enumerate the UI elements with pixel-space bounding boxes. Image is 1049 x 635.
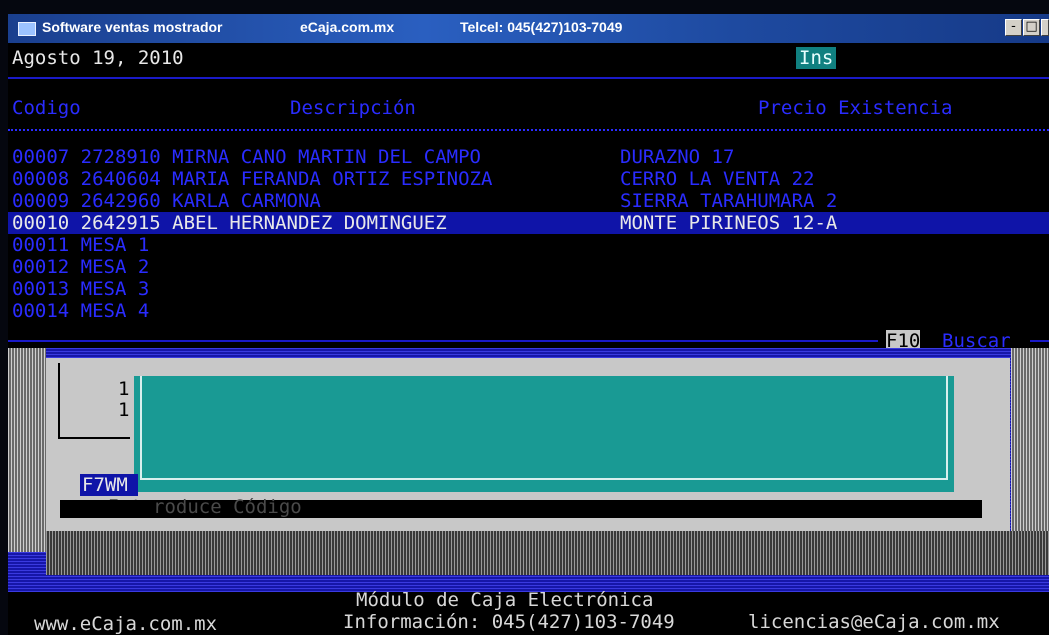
app-window-icon [18, 22, 36, 36]
row-code-name: 00010 2642915 ABEL HERNANDEZ DOMINGUEZ [12, 212, 447, 234]
window-title-phone: Telcel: 045(427)103-7049 [460, 19, 623, 35]
column-header-codigo: Codigo [12, 97, 81, 119]
console-area: Agosto 19, 2010 Ins Codigo Descripción P… [8, 43, 1049, 635]
minimize-button[interactable]: - [1005, 19, 1022, 36]
row-code-name: 00007 2728910 MIRNA CANO MARTIN DEL CAMP… [12, 146, 481, 168]
footer-website[interactable]: www.eCaja.com.mx [34, 613, 217, 635]
row-code-name: 00011 MESA 1 [12, 234, 150, 256]
dialog-right-pattern [1011, 348, 1049, 548]
column-header-descripcion: Descripción [290, 97, 416, 119]
insert-mode-badge: Ins [796, 47, 837, 69]
search-trailing-divider [1030, 340, 1049, 342]
row-address: DURAZNO 17 [620, 146, 735, 168]
window-titlebar[interactable]: Software ventas mostrador eCaja.com.mx T… [8, 14, 1049, 43]
close-button[interactable] [1041, 19, 1049, 36]
header-divider [8, 77, 1049, 79]
column-header-divider [8, 129, 1049, 133]
code-entry-frame [140, 376, 948, 480]
column-header-precio-existencia: Precio Existencia [758, 97, 953, 119]
dialog-value-1: 1 [118, 378, 130, 400]
row-address: CERRO LA VENTA 22 [620, 168, 815, 190]
f7-key-label[interactable]: F7WM [82, 474, 128, 496]
row-address: MONTE PIRINEOS 12-A [620, 212, 838, 234]
window-title: Software ventas mostrador [42, 19, 223, 35]
list-bottom-divider [8, 340, 878, 342]
footer-module: Módulo de Caja Electrónica [356, 589, 654, 611]
row-address: SIERRA TARAHUMARA 2 [620, 190, 838, 212]
code-prompt-label: roduce Código [153, 496, 302, 518]
row-code-name: 00008 2640604 MARIA FERANDA ORTIZ ESPINO… [12, 168, 493, 190]
row-code-name: 00014 MESA 4 [12, 300, 150, 322]
row-code-name: 00013 MESA 3 [12, 278, 150, 300]
maximize-button[interactable]: □ [1023, 19, 1040, 36]
footer-info: Información: 045(427)103-7049 [343, 611, 675, 633]
dialog-bottom-pattern [46, 531, 1049, 575]
dialog-left-pattern [8, 348, 46, 552]
footer-email[interactable]: licencias@eCaja.com.mx [748, 611, 1000, 633]
code-prompt-prefix: Int [108, 496, 143, 518]
row-code-name: 00009 2642960 KARLA CARMONA [12, 190, 321, 212]
window-title-site: eCaja.com.mx [300, 19, 395, 35]
dialog-value-2: 1 [118, 399, 130, 421]
row-code-name: 00012 MESA 2 [12, 256, 150, 278]
current-date: Agosto 19, 2010 [12, 47, 184, 69]
